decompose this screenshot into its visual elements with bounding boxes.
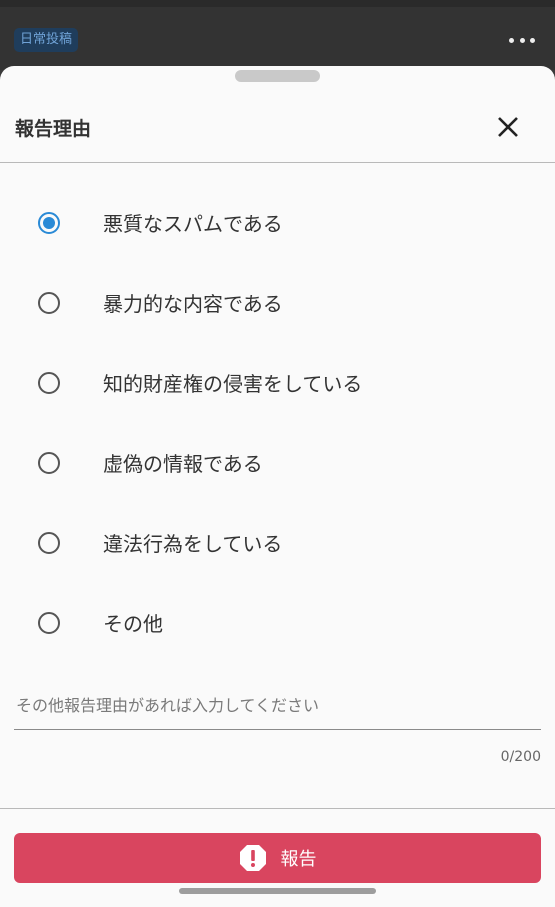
option-label: 違法行為をしている [103,532,283,556]
reason-option-violence[interactable]: 暴力的な内容である [0,264,555,344]
reason-option-other[interactable]: その他 [0,584,555,664]
category-tag: 日常投稿 [14,28,79,52]
reason-option-illegal[interactable]: 違法行為をしている [0,504,555,584]
report-button-label: 報告 [280,849,317,870]
alert-icon [239,845,266,871]
sheet-title: 報告理由 [15,118,92,140]
radio-button[interactable] [38,532,60,554]
close-icon [498,117,518,137]
radio-button[interactable] [38,212,60,234]
option-label: 知的財産権の侵害をしている [103,372,363,396]
home-indicator [179,888,376,894]
other-reason-input[interactable] [14,682,541,730]
close-button[interactable] [493,112,523,142]
reason-option-ip-infringement[interactable]: 知的財産権の侵害をしている [0,344,555,424]
radio-button[interactable] [38,612,60,634]
option-label: その他 [103,612,163,636]
option-label: 暴力的な内容である [103,292,283,316]
status-bar [0,0,555,7]
character-counter: 0/200 [500,749,541,765]
reason-option-spam[interactable]: 悪質なスパムである [0,184,555,264]
more-options-icon[interactable] [509,30,535,50]
option-label: 悪質なスパムである [103,212,283,236]
footer-divider [0,808,555,809]
drag-handle[interactable] [235,70,320,82]
radio-button[interactable] [38,372,60,394]
report-bottom-sheet: 報告理由 悪質なスパムである 暴力的な内容である 知的財産権の侵害をしている 虚… [0,66,555,907]
reason-options: 悪質なスパムである 暴力的な内容である 知的財産権の侵害をしている 虚偽の情報で… [0,184,555,664]
radio-button[interactable] [38,292,60,314]
report-button[interactable]: 報告 [14,833,541,883]
option-label: 虚偽の情報である [103,452,263,476]
background-page: 日常投稿 [0,0,555,70]
radio-button[interactable] [38,452,60,474]
reason-option-false-info[interactable]: 虚偽の情報である [0,424,555,504]
header-divider [0,162,555,163]
